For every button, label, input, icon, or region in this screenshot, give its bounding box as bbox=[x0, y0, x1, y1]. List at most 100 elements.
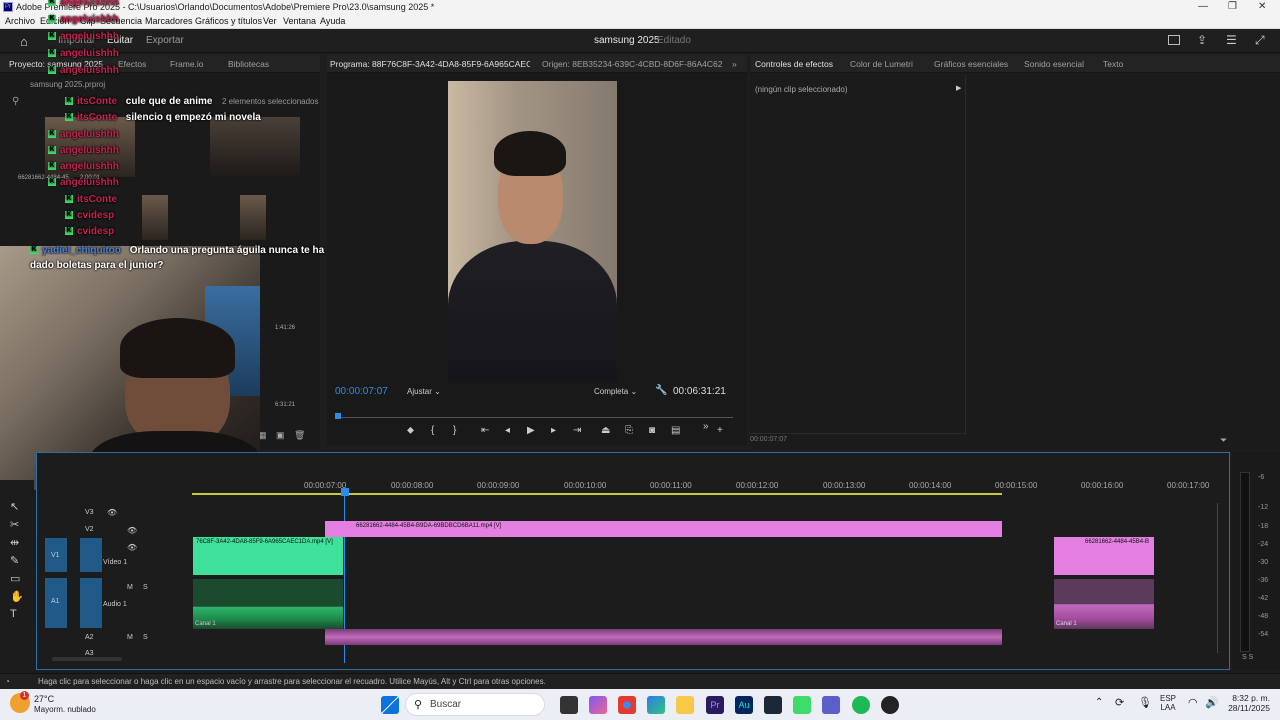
eye-icon[interactable]: 👁 bbox=[127, 543, 137, 552]
timeline-hscroll[interactable] bbox=[52, 657, 122, 661]
solo-icon[interactable]: S bbox=[143, 634, 148, 641]
clip-a1-right[interactable]: Canal 1 bbox=[1054, 579, 1154, 629]
menu-icon[interactable]: ☰ bbox=[1226, 33, 1237, 47]
chat-user: yadiel_chiquitoo bbox=[42, 245, 121, 256]
timeline-playhead[interactable] bbox=[341, 488, 349, 496]
edge-icon[interactable] bbox=[647, 696, 665, 714]
home-icon[interactable]: ⌂ bbox=[20, 34, 28, 49]
go-to-in-icon[interactable]: ⇤ bbox=[481, 425, 489, 436]
program-scrubber[interactable] bbox=[335, 413, 733, 423]
clip-a2[interactable] bbox=[325, 629, 1002, 645]
mark-out-icon[interactable]: } bbox=[453, 425, 456, 436]
tab-program[interactable]: Programa: 88F76C8F-3A42-4DA8-85F9-6A965C… bbox=[330, 59, 530, 69]
teams-icon[interactable] bbox=[822, 696, 840, 714]
tab-graficos-esenciales[interactable]: Gráficos esenciales bbox=[934, 59, 1008, 69]
hand-tool-icon[interactable]: ✋ bbox=[10, 590, 24, 603]
volume-icon[interactable]: 🔊 bbox=[1205, 696, 1219, 709]
meter-tick: -30 bbox=[1258, 559, 1269, 566]
tab-sonido-esencial[interactable]: Sonido esencial bbox=[1024, 59, 1084, 69]
track-target-v1[interactable] bbox=[80, 538, 102, 572]
tray-sync-icon[interactable]: ⟳ bbox=[1115, 696, 1124, 709]
share-icon[interactable]: ⇪ bbox=[1197, 33, 1207, 47]
fullscreen-icon[interactable]: ⤢ bbox=[1255, 33, 1265, 48]
clip-v1[interactable]: 76C8F-3A42-4DA8-85F9-6A965CAEC1DA.mp4 [V… bbox=[193, 537, 343, 575]
add-marker-icon[interactable]: ⬥ bbox=[407, 425, 414, 436]
timeline-vscroll[interactable] bbox=[1217, 503, 1223, 653]
tab-source[interactable]: Origen: 8EB35234-639C-4CBD-8D6F-86A4C621… bbox=[542, 59, 722, 69]
playhead-marker[interactable] bbox=[335, 413, 341, 419]
windows-taskbar: 1 27°C Mayorm. nublado ⚲ Buscar Pr Au ⌃ … bbox=[0, 689, 1280, 720]
chrome-icon[interactable] bbox=[618, 696, 636, 714]
meter-solo: S S bbox=[1242, 654, 1254, 661]
step-back-icon[interactable]: ◂ bbox=[505, 425, 510, 436]
tab-controles-efectos[interactable]: Controles de efectos bbox=[755, 59, 833, 69]
more-controls-icon[interactable]: » bbox=[703, 421, 709, 432]
track-target-a1[interactable] bbox=[80, 578, 102, 628]
eye-icon[interactable]: 👁 bbox=[107, 508, 117, 517]
maximize-button[interactable]: ❐ bbox=[1228, 1, 1237, 12]
tab-texto[interactable]: Texto bbox=[1103, 59, 1123, 69]
mic-icon[interactable]: 🎙 bbox=[1138, 696, 1152, 709]
wrench-icon[interactable]: 🔧 bbox=[655, 385, 667, 396]
project-item-duration: 6:31:21 bbox=[275, 402, 296, 408]
taskbar-search[interactable]: ⚲ Buscar bbox=[405, 693, 545, 716]
clip-v2[interactable]: 66281662-4484-45B4-B9DA-69BDBCD6BA11.mp4… bbox=[325, 521, 1002, 537]
close-button[interactable]: ✕ bbox=[1258, 1, 1266, 12]
pen-tool-icon[interactable]: ✎ bbox=[10, 554, 19, 567]
premiere-taskbar-icon[interactable]: Pr bbox=[706, 696, 724, 714]
selection-tool-icon[interactable]: ↖ bbox=[10, 500, 19, 513]
workspaces-icon[interactable] bbox=[1168, 35, 1180, 45]
wifi-icon[interactable]: ◠ bbox=[1188, 696, 1198, 709]
language-indicator[interactable]: ESP LAA bbox=[1160, 694, 1176, 712]
lift-icon[interactable]: ⏏ bbox=[601, 425, 610, 436]
mute-icon[interactable]: M bbox=[127, 634, 133, 641]
quality-select[interactable]: Completa ⌄ bbox=[594, 387, 637, 396]
more-tabs-icon[interactable]: » bbox=[732, 59, 737, 69]
expand-icon[interactable]: ▶ bbox=[956, 84, 961, 92]
mark-in-icon[interactable]: { bbox=[431, 425, 434, 436]
go-to-out-icon[interactable]: ⇥ bbox=[573, 425, 581, 436]
search-icon: ⚲ bbox=[414, 699, 423, 711]
step-forward-icon[interactable]: ▸ bbox=[551, 425, 556, 436]
tray-chevron-icon[interactable]: ⌃ bbox=[1095, 697, 1103, 708]
tab-color-lumetri[interactable]: Color de Lumetri bbox=[850, 59, 913, 69]
spotify-icon[interactable] bbox=[852, 696, 870, 714]
ruler-label: 00:00:16:00 bbox=[1081, 481, 1124, 490]
chat-user: angeluishhh bbox=[60, 177, 119, 188]
obs-icon[interactable] bbox=[881, 696, 899, 714]
transport-controls: ⬥ { } ⇤ ◂ ▶ ▸ ⇥ ⏏ ⎘ ◙ ▤ » + bbox=[405, 421, 745, 441]
chat-user: angeluishhh bbox=[60, 31, 119, 42]
clock[interactable]: 8:32 p. m. 28/11/2025 bbox=[1226, 693, 1270, 713]
extract-icon[interactable]: ⎘ bbox=[625, 425, 633, 436]
app-icon[interactable] bbox=[793, 696, 811, 714]
steam-icon[interactable] bbox=[764, 696, 782, 714]
audition-taskbar-icon[interactable]: Au bbox=[735, 696, 753, 714]
solo-icon[interactable]: S bbox=[143, 584, 148, 591]
trash-icon[interactable]: 🗑 bbox=[294, 430, 305, 441]
clip-v1-right[interactable]: 66281662-4484-45B4-B bbox=[1054, 537, 1154, 575]
files-icon[interactable] bbox=[676, 696, 694, 714]
weather-temp: 27°C bbox=[34, 694, 55, 704]
chat-line: Kangeluishhh bbox=[48, 65, 119, 76]
copilot-icon[interactable] bbox=[589, 696, 607, 714]
status-text: Haga clic para seleccionar o haga clic e… bbox=[38, 677, 546, 686]
eye-icon[interactable]: 👁 bbox=[127, 526, 137, 535]
text-tool-icon[interactable]: T bbox=[10, 608, 17, 620]
clip-a1[interactable]: Canal 1 bbox=[193, 579, 343, 629]
mute-icon[interactable]: M bbox=[127, 584, 133, 591]
compare-icon[interactable]: ▤ bbox=[671, 425, 680, 436]
filter-icon[interactable]: ⏷ bbox=[1220, 435, 1227, 446]
fit-select[interactable]: Ajustar ⌄ bbox=[407, 387, 441, 396]
start-icon[interactable] bbox=[381, 696, 399, 714]
minimize-button[interactable]: — bbox=[1198, 1, 1208, 12]
razor-tool-icon[interactable]: ✂ bbox=[10, 518, 19, 531]
camera-icon[interactable]: ◙ bbox=[649, 425, 655, 436]
play-icon[interactable]: ▶ bbox=[527, 425, 535, 436]
add-button-icon[interactable]: + bbox=[717, 425, 723, 436]
search-icon[interactable]: ⚲ bbox=[12, 96, 19, 107]
task-view-icon[interactable] bbox=[560, 696, 578, 714]
rectangle-tool-icon[interactable]: ▭ bbox=[10, 572, 20, 585]
new-item-icon[interactable]: ▣ bbox=[276, 430, 285, 441]
ripple-tool-icon[interactable]: ⇹ bbox=[10, 536, 19, 549]
audio-meters: -6 -12 -18 -24 -30 -36 -42 -48 -54 S S bbox=[1232, 452, 1280, 670]
